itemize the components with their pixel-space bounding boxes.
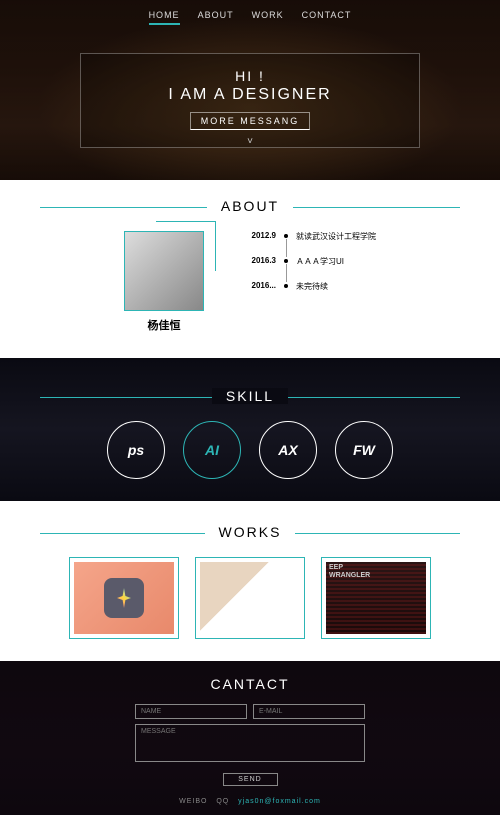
work-card-3[interactable]: EEPWRANGLER [321, 557, 431, 639]
skill-ax[interactable]: AX [259, 421, 317, 479]
more-button[interactable]: MORE MESSANG [190, 112, 311, 130]
skill-fw[interactable]: FW [335, 421, 393, 479]
send-button[interactable]: SEND [223, 773, 278, 786]
about-section: ABOUT 杨佳恒 2012.9就读武汉设计工程学院 2016.3ＡＡＡ学习UI… [0, 198, 500, 358]
skill-ps[interactable]: ps [107, 421, 165, 479]
about-photo-wrap: 杨佳恒 [124, 231, 204, 333]
nav-contact[interactable]: CONTACT [302, 10, 352, 25]
about-title: ABOUT [0, 198, 500, 216]
timeline: 2012.9就读武汉设计工程学院 2016.3ＡＡＡ学习UI 2016...未完… [244, 231, 376, 333]
contact-section: CANTACT SEND WEIBO QQ yjas0n@foxmail.com [0, 661, 500, 815]
feather-icon [104, 578, 144, 618]
skill-ai[interactable]: AI [183, 421, 241, 479]
contact-title: CANTACT [0, 676, 500, 692]
name-field[interactable] [135, 704, 247, 719]
nav-about[interactable]: ABOUT [198, 10, 234, 25]
photo-frame-accent [156, 221, 216, 271]
chevron-down-icon[interactable]: ˅ [81, 136, 419, 147]
main-nav: HOME ABOUT WORK CONTACT [0, 0, 500, 35]
profile-name: 杨佳恒 [124, 317, 204, 333]
hero-tagline: I AM A DESIGNER [81, 86, 419, 104]
skill-title: SKILL [0, 388, 500, 406]
work-card-2[interactable] [195, 557, 305, 639]
dot-icon [284, 284, 288, 288]
email-field[interactable] [253, 704, 365, 719]
timeline-item: 2016...未完待续 [244, 281, 376, 292]
dot-icon [284, 259, 288, 263]
hero-section: HOME ABOUT WORK CONTACT HI ! I AM A DESI… [0, 0, 500, 180]
contact-form: SEND [135, 704, 365, 786]
skill-section: SKILL ps AI AX FW [0, 358, 500, 501]
nav-work[interactable]: WORK [252, 10, 284, 25]
dot-icon [284, 234, 288, 238]
works-section: WORKS EEPWRANGLER [0, 501, 500, 661]
timeline-item: 2016.3ＡＡＡ学习UI [244, 256, 376, 267]
works-title: WORKS [0, 524, 500, 542]
hero-hi: HI ! [81, 68, 419, 84]
hero-box: HI ! I AM A DESIGNER MORE MESSANG ˅ [80, 53, 420, 148]
message-field[interactable] [135, 724, 365, 762]
timeline-item: 2012.9就读武汉设计工程学院 [244, 231, 376, 242]
work-card-1[interactable] [69, 557, 179, 639]
nav-home[interactable]: HOME [149, 10, 180, 25]
